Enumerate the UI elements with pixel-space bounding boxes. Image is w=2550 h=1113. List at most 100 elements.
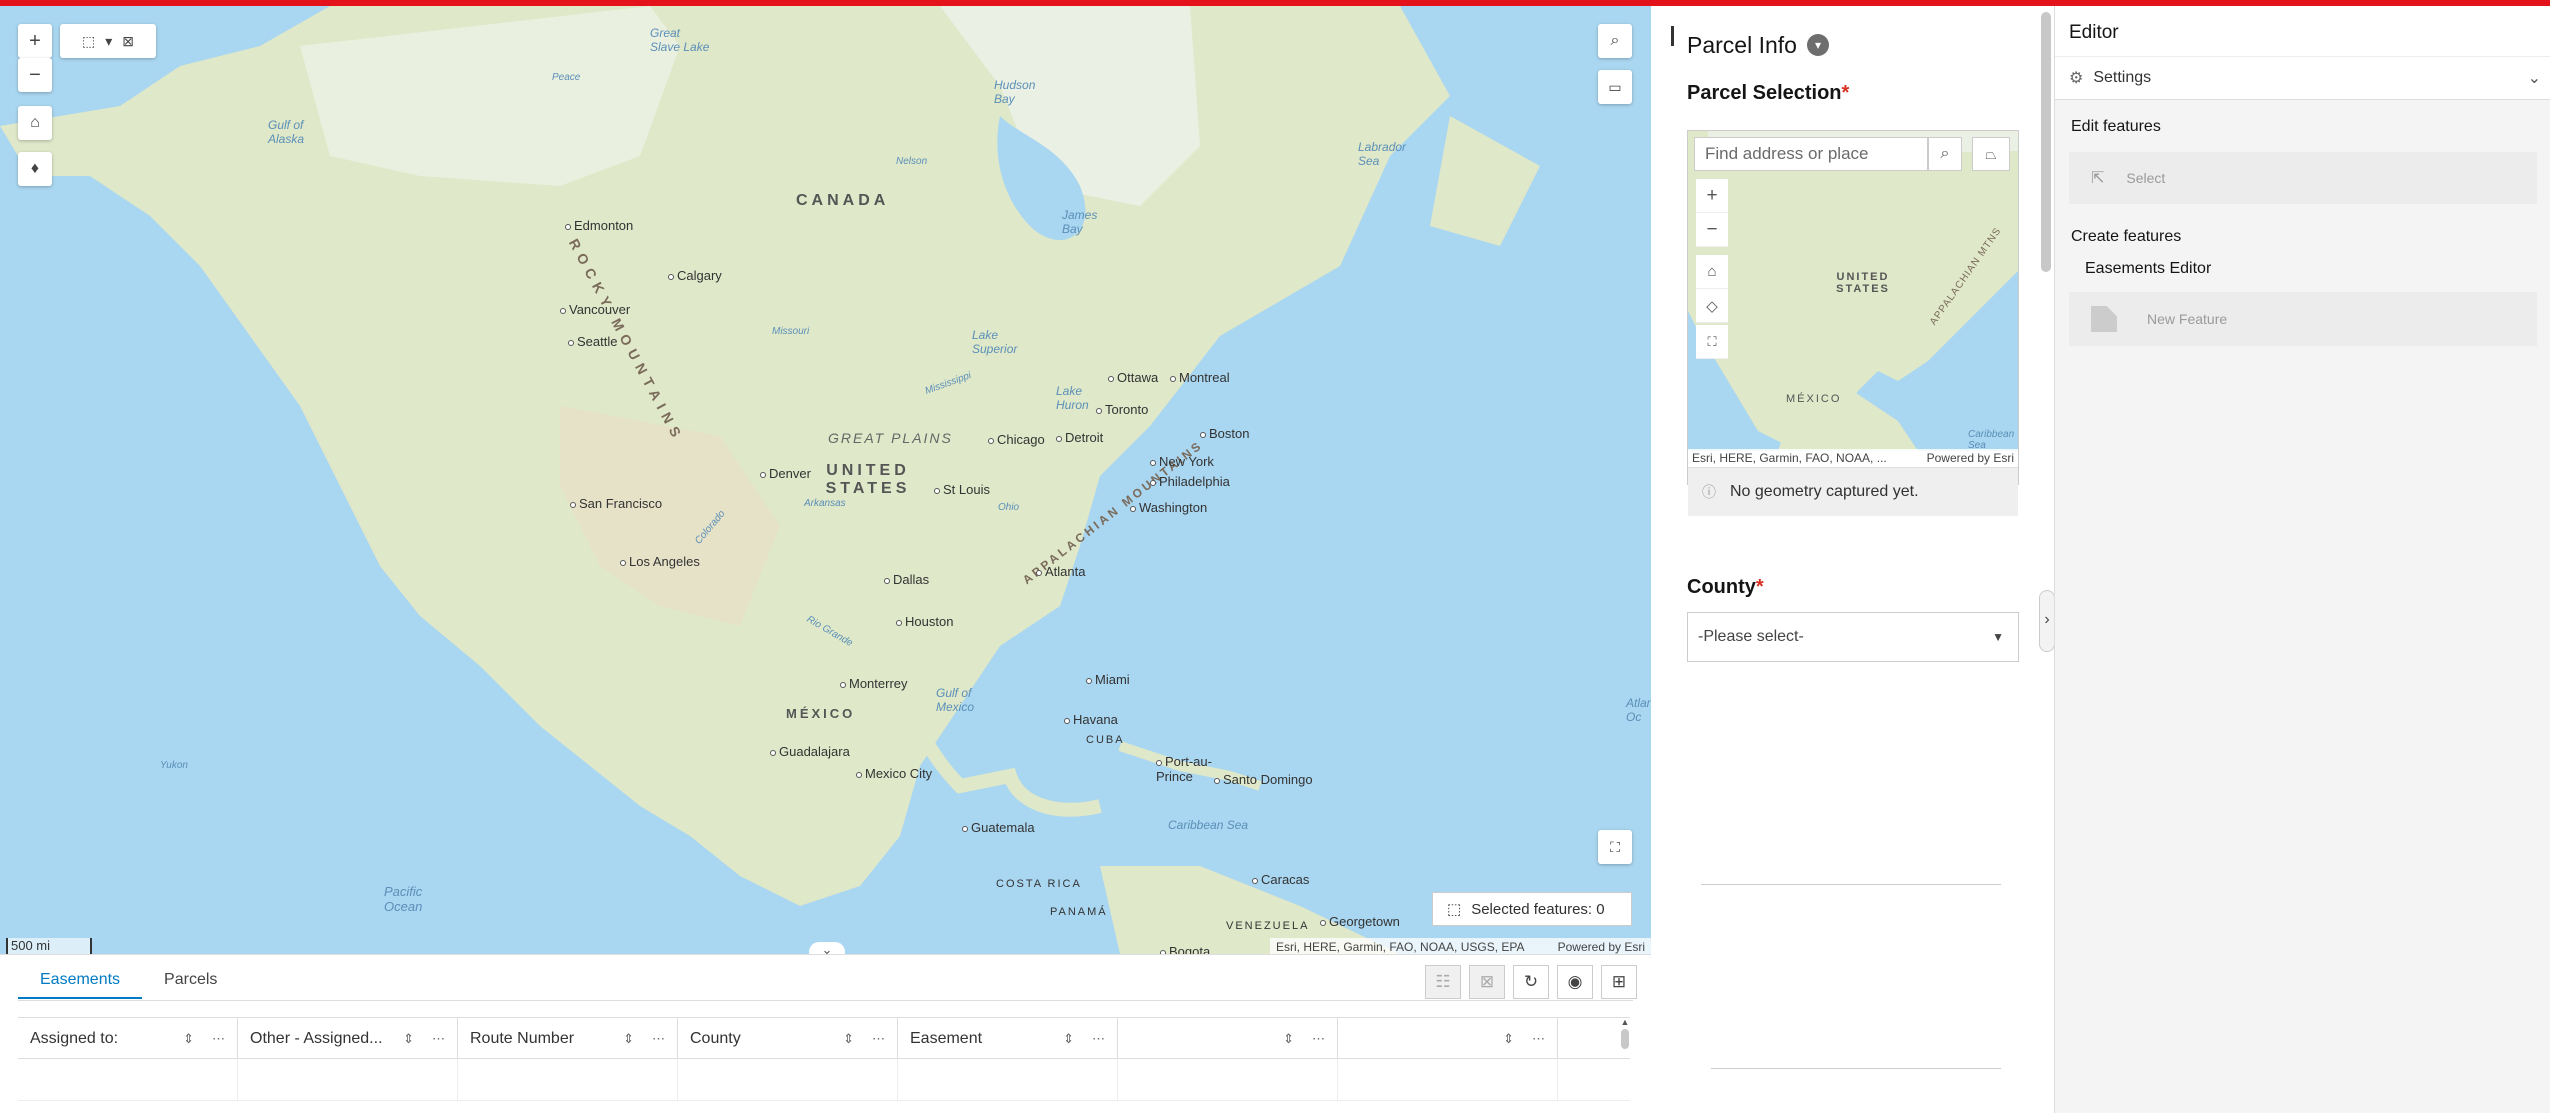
city-label: Montreal (1170, 370, 1230, 385)
map-label-gulf-mexico: Gulf of Mexico (936, 686, 975, 714)
city-label: Caracas (1252, 872, 1309, 887)
column-header[interactable]: Easement ⇕ ⋯ (898, 1018, 1118, 1060)
parcel-info-panel: Parcel Info ▾ Parcel Selection* UNITED S… (1671, 6, 2056, 1113)
sort-icon: ⇕ (403, 1031, 414, 1046)
new-feature-card[interactable]: New Feature (2069, 292, 2537, 346)
title-dropdown-button[interactable]: ▾ (1807, 34, 1829, 56)
column-header[interactable]: Assigned to: ⇕ ⋯ (18, 1018, 238, 1060)
minimap-label-mexico: MÉXICO (1786, 393, 1842, 405)
parcel-selection-map[interactable]: UNITED STATES MÉXICO APPALACHIAN MTNS Ca… (1687, 130, 2019, 516)
map-label-costa-rica: COSTA RICA (996, 878, 1082, 890)
fullscreen-button[interactable]: ⛶ (1598, 830, 1632, 864)
map-label-yukon: Yukon (160, 760, 188, 771)
attribute-table: Easements Parcels ☷ ⊠ ↻ ◉ ⊞ Assigned to:… (0, 954, 1651, 1113)
address-search-input[interactable]: Find address or place (1694, 137, 1928, 171)
more-icon: ⋯ (1092, 1031, 1105, 1046)
map-label-canada: CANADA (796, 192, 890, 209)
column-header[interactable]: Other - Assigned... ⇕ ⋯ (238, 1018, 458, 1060)
city-label: Boston (1200, 426, 1249, 441)
map-label-atlantic: Atlantic Oc (1626, 696, 1651, 724)
city-label: Mexico City (856, 766, 932, 781)
map-label-ohio: Ohio (998, 502, 1020, 513)
expand-panel-button[interactable]: › (2039, 590, 2055, 652)
column-header[interactable]: ⇕ ⋯ (1338, 1018, 1558, 1060)
table-header: Assigned to: ⇕ ⋯ Other - Assigned... ⇕ ⋯ Rou… (18, 1017, 1630, 1060)
address-search-button[interactable]: ⌕ (1928, 137, 1962, 171)
map-label-venezuela: VENEZUELA (1226, 920, 1310, 932)
table-toolbar: ☷ ⊠ ↻ ◉ ⊞ (1425, 965, 1637, 999)
sort-icon: ⇕ (183, 1031, 194, 1046)
chevron-down-icon[interactable]: ▾ (105, 33, 112, 50)
city-label: Ottawa (1108, 370, 1158, 385)
panel-accent (1671, 26, 1674, 46)
tab-parcels[interactable]: Parcels (142, 963, 239, 999)
collapse-table-button[interactable]: ⌄ (809, 942, 845, 954)
minimap-powered-link[interactable]: Powered by Esri (1927, 449, 2014, 467)
map-label-panama: PANAMÁ (1050, 906, 1108, 918)
select-tool-card[interactable]: ⇱ Select (2069, 152, 2537, 204)
show-selection-button[interactable]: ◉ (1557, 965, 1593, 999)
zoom-out-button[interactable]: − (18, 58, 52, 92)
selected-features-label: Selected features: 0 (1471, 900, 1605, 918)
select-by-rectangle-icon[interactable]: ⬚ (82, 33, 95, 50)
clear-selection-button[interactable]: ⊠ (1469, 965, 1505, 999)
panel-title: Parcel Info (1687, 32, 1797, 58)
geometry-status: ⓘ No geometry captured yet. (1688, 467, 2018, 516)
home-button[interactable]: ⌂ (18, 106, 52, 140)
minimap-zoom-out-button[interactable]: − (1696, 213, 1728, 247)
minimap-home-button[interactable]: ⌂ (1696, 255, 1728, 289)
main-map[interactable]: + − ⬚ ▾ ⊠ ⌂ ♦ ⌕ ▭ ⛶ CANADA UNITED STATES… (0, 6, 1651, 954)
county-label: County* (1687, 576, 1764, 598)
tab-easements[interactable]: Easements (18, 963, 143, 999)
county-select[interactable]: -Please select- ▼ (1687, 612, 2019, 662)
measure-button[interactable]: ▭ (1598, 70, 1632, 104)
sort-icon: ⇕ (1503, 1031, 1514, 1046)
search-icon: ⌕ (1940, 145, 1950, 162)
city-label: St Louis (934, 482, 990, 497)
map-label-cuba: CUBA (1086, 734, 1125, 746)
map-label-gulf-alaska: Gulf of Alaska (268, 118, 305, 146)
search-button[interactable]: ⌕ (1598, 24, 1632, 58)
column-header[interactable]: Route Number ⇕ ⋯ (458, 1018, 678, 1060)
map-label-lake-superior: Lake Superior (972, 328, 1018, 356)
city-label: Santo Domingo (1214, 772, 1313, 787)
city-label: Calgary (668, 268, 722, 283)
polygon-icon: ⏢ (1985, 145, 1997, 162)
refresh-button[interactable]: ↻ (1513, 965, 1549, 999)
selected-features-button[interactable]: ⬚ Selected features: 0 (1432, 892, 1632, 926)
grid-icon: ⊞ (1611, 972, 1627, 991)
editor-settings[interactable]: ⚙ Settings ⌄ (2055, 56, 2550, 100)
eye-icon: ◉ (1567, 972, 1583, 991)
clear-selection-icon[interactable]: ⊠ (122, 33, 134, 50)
city-label: New York (1150, 454, 1214, 469)
city-label: Miami (1086, 672, 1130, 687)
minimap-fullscreen-button[interactable]: ⛶ (1696, 325, 1728, 359)
checklist-icon: ☷ (1435, 972, 1451, 991)
column-header[interactable]: ⇕ ⋯ (1118, 1018, 1338, 1060)
map-label-hudson-bay: Hudson Bay (994, 78, 1036, 106)
table-row[interactable] (18, 1059, 1630, 1101)
column-header[interactable]: County ⇕ ⋯ (678, 1018, 898, 1060)
map-label-pacific: Pacific Ocean (384, 884, 423, 914)
city-label: Toronto (1096, 402, 1148, 417)
minimap-canvas[interactable]: UNITED STATES MÉXICO APPALACHIAN MTNS Ca… (1688, 131, 2018, 451)
cursor-icon: ⇱ (2091, 170, 2105, 187)
city-label: Washington (1130, 500, 1207, 515)
minimap-locate-button[interactable]: ◇ (1696, 289, 1728, 323)
panel-scrollbar[interactable] (2041, 12, 2051, 272)
columns-button[interactable]: ⊞ (1601, 965, 1637, 999)
zoom-in-button[interactable]: + (18, 24, 52, 58)
map-label-peace: Peace (552, 72, 581, 83)
sort-icon: ⇕ (623, 1031, 634, 1046)
minimap-zoom-in-button[interactable]: + (1696, 179, 1728, 213)
sketch-polygon-button[interactable]: ⏢ (1972, 137, 2010, 171)
compass-button[interactable]: ♦ (18, 152, 52, 186)
selection-toolbar[interactable]: ⬚ ▾ ⊠ (60, 24, 156, 58)
powered-by-link[interactable]: Powered by Esri (1558, 938, 1645, 954)
table-tabs: Easements Parcels (18, 963, 239, 999)
table-scrollbar[interactable]: ▲ (1620, 1017, 1630, 1107)
map-label-lake-huron: Lake Huron (1056, 384, 1089, 412)
select-all-button[interactable]: ☷ (1425, 965, 1461, 999)
city-label: Bogota (1160, 944, 1210, 954)
attribution-text: Esri, HERE, Garmin, FAO, NOAA, USGS, EPA (1276, 940, 1525, 954)
